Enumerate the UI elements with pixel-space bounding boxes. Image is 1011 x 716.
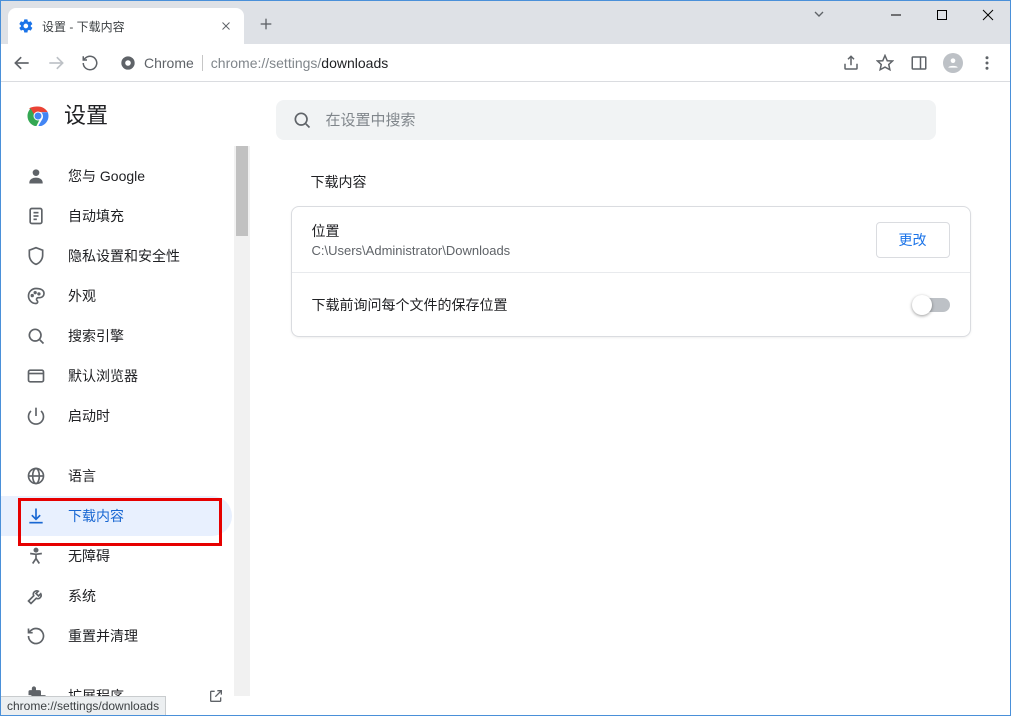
downloads-card: 位置 C:\Users\Administrator\Downloads 更改 下… bbox=[291, 206, 971, 337]
sidebar-item-label: 下载内容 bbox=[68, 506, 124, 526]
sidebar-item-label: 系统 bbox=[68, 586, 96, 606]
toolbar-right bbox=[839, 51, 1003, 75]
new-tab-button[interactable] bbox=[252, 10, 280, 38]
browser-tab[interactable]: 设置 - 下载内容 bbox=[8, 8, 244, 44]
sidebar-item-power[interactable]: 启动时 bbox=[0, 396, 232, 436]
maximize-button[interactable] bbox=[919, 0, 965, 30]
sidebar-item-label: 语言 bbox=[68, 466, 96, 486]
browser-icon bbox=[26, 366, 46, 386]
sidepanel-icon[interactable] bbox=[907, 51, 931, 75]
settings-content: 下载内容 位置 C:\Users\Administrator\Downloads… bbox=[250, 82, 1011, 696]
chevron-down-icon[interactable] bbox=[811, 6, 827, 27]
power-icon bbox=[26, 406, 46, 426]
sidebar-item-download[interactable]: 下载内容 bbox=[0, 496, 232, 536]
sidebar-item-label: 您与 Google bbox=[68, 166, 145, 186]
kebab-menu-icon[interactable] bbox=[975, 51, 999, 75]
sidebar-item-search[interactable]: 搜索引擎 bbox=[0, 316, 232, 356]
reload-button[interactable] bbox=[76, 49, 104, 77]
ask-toggle[interactable] bbox=[914, 298, 950, 312]
addr-separator bbox=[202, 55, 203, 71]
browser-toolbar: Chrome chrome://settings/downloads bbox=[0, 44, 1011, 82]
sidebar-item-autofill[interactable]: 自动填充 bbox=[0, 196, 232, 236]
star-icon[interactable] bbox=[873, 51, 897, 75]
sidebar-item-label: 搜索引擎 bbox=[68, 326, 124, 346]
sidebar-item-palette[interactable]: 外观 bbox=[0, 276, 232, 316]
tab-title: 设置 - 下载内容 bbox=[42, 18, 218, 35]
chrome-page-icon bbox=[120, 55, 136, 71]
url-text: chrome://settings/downloads bbox=[211, 55, 388, 71]
sidebar-item-globe[interactable]: 语言 bbox=[0, 456, 232, 496]
sidebar-item-accessibility[interactable]: 无障碍 bbox=[0, 536, 232, 576]
status-bar: chrome://settings/downloads bbox=[0, 696, 166, 716]
search-input[interactable] bbox=[326, 112, 920, 129]
wrench-icon bbox=[26, 586, 46, 606]
profile-avatar[interactable] bbox=[941, 51, 965, 75]
share-icon[interactable] bbox=[839, 51, 863, 75]
window-close-button[interactable] bbox=[965, 0, 1011, 30]
sidebar-item-shield[interactable]: 隐私设置和安全性 bbox=[0, 236, 232, 276]
sidebar-item-wrench[interactable]: 系统 bbox=[0, 576, 232, 616]
restore-icon bbox=[26, 626, 46, 646]
sidebar-item-label: 启动时 bbox=[68, 406, 110, 426]
sidebar-item-label: 重置并清理 bbox=[68, 626, 138, 646]
settings-sidebar: 您与 Google 自动填充隐私设置和安全性外观搜索引擎默认浏览器启动时语言下载内… bbox=[0, 82, 250, 696]
location-label: 位置 bbox=[312, 221, 876, 241]
origin-label: Chrome bbox=[144, 55, 194, 71]
gear-icon bbox=[18, 18, 34, 34]
settings-page: 设置 您与 Google自动填充隐私设置和安全性外观搜索引擎默认浏览器启动时语言… bbox=[0, 82, 1011, 696]
search-icon bbox=[292, 110, 312, 130]
change-location-button[interactable]: 更改 bbox=[876, 222, 950, 258]
accessibility-icon bbox=[26, 546, 46, 566]
sidebar-item-label: 自动填充 bbox=[68, 206, 124, 226]
sidebar-item-label: 外观 bbox=[68, 286, 96, 306]
settings-search[interactable] bbox=[276, 100, 936, 140]
download-icon bbox=[26, 506, 46, 526]
palette-icon bbox=[26, 286, 46, 306]
ask-label: 下载前询问每个文件的保存位置 bbox=[312, 295, 914, 315]
forward-button[interactable] bbox=[42, 49, 70, 77]
minimize-button[interactable] bbox=[873, 0, 919, 30]
sidebar-item-browser[interactable]: 默认浏览器 bbox=[0, 356, 232, 396]
window-titlebar: 设置 - 下载内容 bbox=[0, 0, 1011, 44]
close-icon[interactable] bbox=[218, 18, 234, 34]
person-icon bbox=[26, 166, 46, 186]
search-icon bbox=[26, 326, 46, 346]
globe-icon bbox=[26, 466, 46, 486]
autofill-icon bbox=[26, 206, 46, 226]
download-location-row: 位置 C:\Users\Administrator\Downloads 更改 bbox=[292, 207, 970, 272]
external-link-icon bbox=[208, 688, 224, 704]
sidebar-item-label: 无障碍 bbox=[68, 546, 110, 566]
sidebar-item-label: 隐私设置和安全性 bbox=[68, 246, 180, 266]
sidebar-item-label: 默认浏览器 bbox=[68, 366, 138, 386]
sidebar-item-restore[interactable]: 重置并清理 bbox=[0, 616, 232, 656]
back-button[interactable] bbox=[8, 49, 36, 77]
window-controls bbox=[873, 0, 1011, 30]
location-path: C:\Users\Administrator\Downloads bbox=[312, 243, 876, 258]
shield-icon bbox=[26, 246, 46, 266]
section-title: 下载内容 bbox=[291, 172, 971, 192]
ask-before-download-row: 下载前询问每个文件的保存位置 bbox=[292, 272, 970, 336]
sidebar-item-person[interactable]: 您与 Google bbox=[0, 156, 232, 196]
sidebar-scrollbar[interactable] bbox=[234, 146, 250, 696]
address-bar[interactable]: Chrome chrome://settings/downloads bbox=[110, 48, 833, 78]
